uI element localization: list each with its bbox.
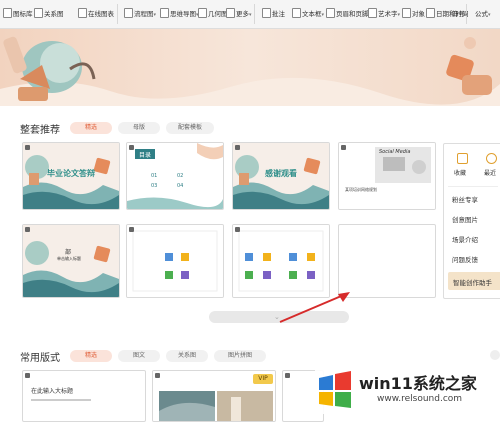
flowchart-icon (124, 8, 133, 18)
template-type-icon (155, 373, 160, 378)
template-type-icon (25, 373, 30, 378)
smart-assistant-button[interactable]: 智能创作助手 (448, 272, 500, 290)
template-type-icon (235, 227, 240, 232)
chart-icon (78, 8, 87, 18)
recent-button[interactable]: 最近 (484, 168, 496, 177)
side-item-creative-images[interactable]: 创意图片 (452, 214, 478, 224)
template-type-icon (25, 227, 30, 232)
icons-thumbnail (127, 225, 223, 297)
textbox-icon (292, 8, 301, 18)
template-type-icon (341, 145, 346, 150)
header-footer-icon (326, 8, 335, 18)
ribbon-toolbar: 图标库 关系图 在线图表 流程图▾ 思维导图▾ 几何图 更多▾ 批注 文本框▾ … (0, 0, 500, 29)
template-card-social-media[interactable]: Social Media 某项培训网络规划 (338, 142, 436, 210)
template-type-icon (285, 373, 290, 378)
more-icon (226, 8, 235, 18)
side-item-scenes[interactable]: 场景介绍 (452, 234, 478, 244)
tab-common-featured[interactable]: 精选 (70, 350, 112, 362)
template-card-toc[interactable]: 目录 01 02 03 04 (126, 142, 224, 210)
site-watermark: win11系统之家 www.relsound.com (315, 364, 500, 414)
layout-card-photo-vip[interactable]: VIP (152, 370, 276, 422)
template-card-thanks[interactable]: 感谢观看 (232, 142, 330, 210)
template-type-icon (25, 145, 30, 150)
section-title-common-layouts: 常用版式 (20, 353, 60, 364)
symbol-button[interactable]: 符号▾ (452, 8, 468, 18)
favorites-button[interactable]: 收藏 (454, 168, 466, 177)
object-icon (402, 8, 411, 18)
formula-button[interactable]: 公式▾ (475, 8, 491, 18)
tab-master[interactable]: 母版 (118, 122, 160, 134)
favorite-icon (457, 153, 468, 164)
tab-featured[interactable]: 精选 (70, 122, 112, 134)
template-card-icons-a[interactable] (126, 224, 224, 298)
banner-illustration (0, 29, 500, 106)
panel-divider (448, 186, 498, 187)
icons-thumbnail (233, 225, 329, 297)
side-panel: 收藏 最近 粉丝专享 创意图片 场景介绍 问题反馈 智能创作助手 (443, 143, 500, 299)
calendar-icon (426, 8, 435, 18)
windows-logo-icon (319, 371, 351, 408)
mindmap-icon (160, 8, 169, 18)
side-item-fans[interactable]: 粉丝专享 (452, 194, 478, 204)
toolbar-divider (254, 4, 255, 24)
template-card-icons-b[interactable] (232, 224, 330, 298)
comment-icon (262, 8, 271, 18)
tab-common-relationship[interactable]: 关系图 (166, 350, 208, 362)
template-banner[interactable] (0, 29, 500, 106)
vip-badge: VIP (253, 374, 273, 384)
template-card-graduation[interactable]: 毕业论文答辩 (22, 142, 120, 210)
panel-toggle[interactable] (490, 350, 500, 360)
tab-common-collage[interactable]: 图片拼图 (214, 350, 266, 362)
tab-common-image-text[interactable]: 图文 (118, 350, 160, 362)
template-card-blank[interactable] (338, 224, 436, 298)
recent-icon (486, 153, 497, 164)
relationship-icon (34, 8, 43, 18)
geometry-icon (198, 8, 207, 18)
template-type-icon (235, 145, 240, 150)
template-type-icon (129, 227, 134, 232)
section-title-recommended: 整套推荐 (20, 125, 60, 136)
tab-matching-template[interactable]: 配套模板 (166, 122, 214, 134)
template-card-title-slide[interactable]: 部 单击输入标题 (22, 224, 120, 298)
toolbar-divider (117, 4, 118, 24)
template-type-icon (129, 145, 134, 150)
layout-card-title[interactable]: 在此输入大标题 (22, 370, 146, 422)
annotation-arrow (279, 292, 350, 323)
wordart-icon (368, 8, 377, 18)
icon-library-icon (3, 8, 12, 18)
side-item-feedback[interactable]: 问题反馈 (452, 254, 478, 264)
